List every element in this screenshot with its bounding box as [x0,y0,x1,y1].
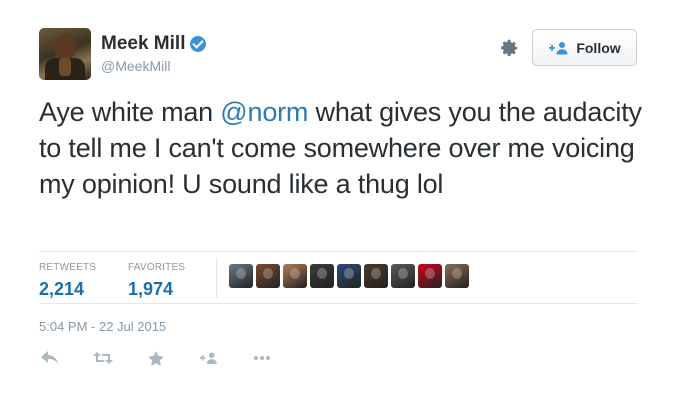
mini-avatar-head-shape [263,268,273,279]
mini-avatar-head-shape [371,268,381,279]
follow-icon[interactable] [199,349,219,367]
divider-top [39,251,638,252]
stats-separator [216,258,217,298]
tweet-text: Aye white man @norm what gives you the a… [39,94,649,202]
mini-avatar-head-shape [317,268,327,279]
favorites-count: 1,974 [128,279,174,299]
favoriter-avatar-5[interactable] [337,264,361,288]
favoriter-avatar-2[interactable] [256,264,280,288]
retweet-icon[interactable] [93,349,113,367]
tweet-text-before: Aye white man [39,97,221,127]
tweet-actions [40,349,305,367]
mini-avatar-head-shape [398,268,408,279]
mini-avatar-head-shape [344,268,354,279]
follow-button-label: Follow [576,39,621,56]
author-name-row[interactable]: Meek Mill [101,33,207,55]
retweets-label: RETWEETS [39,262,97,273]
favoriter-avatar-3[interactable] [283,264,307,288]
more-icon[interactable] [252,349,272,367]
avatar-head-shape [54,34,76,60]
favorites-stat[interactable]: FAVORITES 1,974 [128,262,185,300]
retweets-count: 2,214 [39,279,85,299]
mini-avatar-head-shape [452,268,462,279]
mini-avatar-head-shape [425,268,435,279]
mini-avatar-head-shape [290,268,300,279]
author-display-name[interactable]: Meek Mill [101,33,185,55]
favoriter-avatar-6[interactable] [364,264,388,288]
author-avatar[interactable] [39,28,91,80]
author-handle[interactable]: @MeekMill [101,58,170,74]
avatar-hands-shape [59,58,71,76]
favoriter-avatar-7[interactable] [391,264,415,288]
tweet-timestamp[interactable]: 5:04 PM - 22 Jul 2015 [39,319,166,334]
verified-badge-icon [190,36,207,52]
favoriter-avatar-9[interactable] [445,264,469,288]
favoriter-avatar-1[interactable] [229,264,253,288]
gear-icon[interactable] [498,37,520,59]
mini-avatar-head-shape [236,268,246,279]
mention-link[interactable]: @norm [220,97,308,127]
follow-button[interactable]: Follow [532,29,637,66]
favoriter-avatar-8[interactable] [418,264,442,288]
favoriter-avatars [229,264,469,288]
favorites-label: FAVORITES [128,262,186,273]
reply-icon[interactable] [40,349,60,367]
favorite-icon[interactable] [146,349,166,367]
favoriter-avatar-4[interactable] [310,264,334,288]
add-person-icon [549,41,568,54]
divider-bottom [39,303,638,304]
retweets-stat[interactable]: RETWEETS 2,214 [39,262,96,300]
